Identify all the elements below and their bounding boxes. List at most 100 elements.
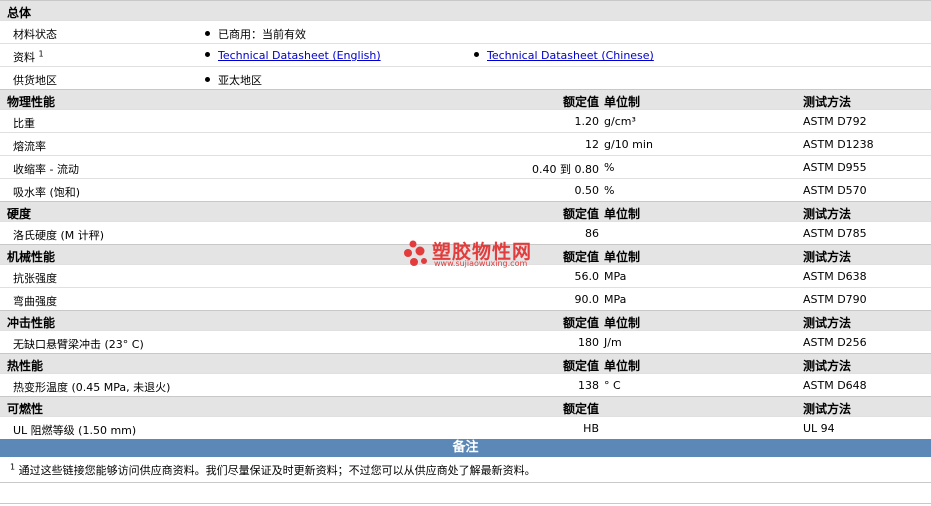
property-value: 138 [578, 379, 599, 392]
property-label: 吸水率 (饱和) [13, 186, 81, 199]
section-header-general: 总体 [0, 0, 931, 20]
property-method: ASTM D955 [803, 161, 867, 174]
property-label: 无缺口悬臂梁冲击 (23° C) [13, 338, 144, 351]
watermark-dots-icon [404, 240, 427, 266]
property-label: 洛氏硬度 (M 计秤) [13, 229, 105, 242]
header-unit: 单位制 [604, 359, 641, 373]
section-title: 可燃性 [7, 402, 44, 416]
property-unit: g/cm³ [604, 115, 636, 128]
property-row: 比重 1.20 g/cm³ ASTM D792 [0, 109, 931, 132]
property-unit: ° C [604, 379, 621, 392]
row-label: 供货地区 [13, 74, 57, 87]
property-value: 90.0 [574, 293, 600, 306]
bullet-icon [205, 77, 210, 82]
header-method: 测试方法 [803, 316, 852, 330]
section-title: 热性能 [7, 359, 44, 373]
datasheet-english-link[interactable]: Technical Datasheet (English) [218, 49, 381, 62]
footnote-marker: 1 [38, 49, 44, 59]
bullet-icon [205, 31, 210, 36]
bullet-icon [205, 52, 210, 57]
general-row-status: 材料状态 已商用：当前有效 [0, 20, 931, 43]
property-unit: MPa [604, 293, 627, 306]
divider [0, 503, 931, 504]
status-value: 已商用：当前有效 [218, 28, 306, 41]
divider [0, 482, 931, 483]
notes-header: 备注 [0, 439, 931, 457]
property-unit: % [604, 184, 615, 197]
section-title: 物理性能 [7, 95, 56, 109]
property-unit: % [604, 161, 615, 174]
property-label: 弯曲强度 [13, 295, 57, 308]
property-row: 吸水率 (饱和) 0.50 % ASTM D570 [0, 178, 931, 201]
header-unit: 单位制 [604, 316, 641, 330]
header-method: 测试方法 [803, 359, 852, 373]
header-method: 测试方法 [803, 250, 852, 264]
property-label: 热变形温度 (0.45 MPa, 未退火) [13, 381, 171, 394]
datasheet-chinese-link[interactable]: Technical Datasheet (Chinese) [487, 49, 654, 62]
property-unit: MPa [604, 270, 627, 283]
property-value: 0.40 到 0.80 [532, 163, 599, 176]
section-title: 冲击性能 [7, 316, 56, 330]
section-header-thermal: 热性能 额定值 单位制 测试方法 [0, 353, 931, 373]
property-method: ASTM D256 [803, 336, 867, 349]
property-row: 熔流率 12 g/10 min ASTM D1238 [0, 132, 931, 155]
header-value: 额定值 [562, 207, 599, 221]
property-method: UL 94 [803, 422, 835, 435]
property-method: ASTM D648 [803, 379, 867, 392]
property-value: HB [583, 422, 599, 435]
property-row: 热变形温度 (0.45 MPa, 未退火) 138 ° C ASTM D648 [0, 373, 931, 396]
property-value: 180 [578, 336, 599, 349]
row-label: 材料状态 [13, 28, 57, 41]
property-row: 收缩率 - 流动 0.40 到 0.80 % ASTM D955 [0, 155, 931, 178]
general-row-region: 供货地区 亚太地区 [0, 66, 931, 89]
property-row: UL 阻燃等级 (1.50 mm) HB UL 94 [0, 416, 931, 439]
property-method: ASTM D785 [803, 227, 867, 240]
notes-text: 1 通过这些链接您能够访问供应商资料。我们尽量保证及时更新资料；不过您可以从供应… [10, 462, 536, 478]
header-method: 测试方法 [803, 95, 852, 109]
header-value: 额定值 [562, 316, 599, 330]
watermark-url: www.sujiaowuxing.com [434, 259, 528, 268]
header-value: 额定值 [562, 95, 599, 109]
property-row: 弯曲强度 90.0 MPa ASTM D790 [0, 287, 931, 310]
section-header-flammability: 可燃性 额定值 测试方法 [0, 396, 931, 416]
property-value: 0.50 [574, 184, 600, 197]
property-method: ASTM D790 [803, 293, 867, 306]
header-value: 额定值 [562, 250, 599, 264]
property-label: 比重 [13, 117, 35, 130]
header-method: 测试方法 [803, 402, 852, 416]
property-unit: J/m [604, 336, 622, 349]
row-label: 资料 [13, 51, 35, 64]
property-label: UL 阻燃等级 (1.50 mm) [13, 424, 137, 437]
section-header-impact: 冲击性能 额定值 单位制 测试方法 [0, 310, 931, 330]
header-method: 测试方法 [803, 207, 852, 221]
property-label: 抗张强度 [13, 272, 57, 285]
section-title: 机械性能 [7, 250, 56, 264]
header-unit: 单位制 [604, 95, 641, 109]
footnote-marker: 1 [10, 462, 16, 472]
header-unit: 单位制 [604, 207, 641, 221]
watermark-logo: 塑胶物性网 www.sujiaowuxing.com [404, 237, 534, 271]
property-value: 86 [585, 227, 599, 240]
section-title: 硬度 [7, 207, 32, 221]
section-header-physical: 物理性能 额定值 单位制 测试方法 [0, 89, 931, 109]
bullet-icon [474, 52, 479, 57]
header-value: 额定值 [562, 359, 599, 373]
property-label: 收缩率 - 流动 [13, 163, 79, 176]
property-row: 无缺口悬臂梁冲击 (23° C) 180 J/m ASTM D256 [0, 330, 931, 353]
property-unit: g/10 min [604, 138, 653, 151]
property-value: 56.0 [574, 270, 600, 283]
property-method: ASTM D1238 [803, 138, 874, 151]
property-value: 12 [585, 138, 599, 151]
header-value: 额定值 [562, 402, 599, 416]
section-header-hardness: 硬度 额定值 单位制 测试方法 [0, 201, 931, 221]
property-method: ASTM D792 [803, 115, 867, 128]
region-value: 亚太地区 [218, 74, 262, 87]
header-unit: 单位制 [604, 250, 641, 264]
note-body: 通过这些链接您能够访问供应商资料。我们尽量保证及时更新资料；不过您可以从供应商处… [18, 464, 536, 477]
property-method: ASTM D570 [803, 184, 867, 197]
property-label: 熔流率 [13, 140, 46, 153]
section-title: 总体 [7, 6, 32, 20]
general-row-docs: 资料 1 Technical Datasheet (English) Techn… [0, 43, 931, 66]
property-method: ASTM D638 [803, 270, 867, 283]
property-value: 1.20 [574, 115, 600, 128]
